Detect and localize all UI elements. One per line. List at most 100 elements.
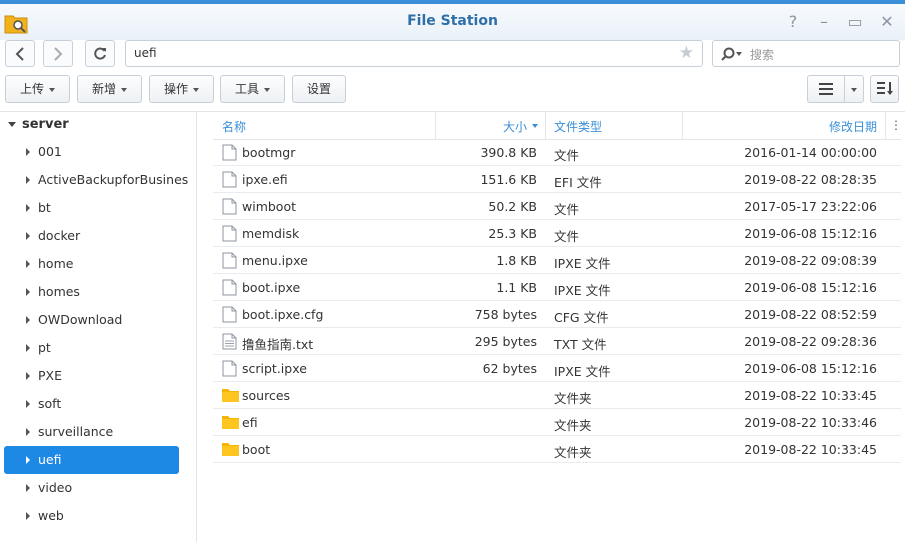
tree-item-label: home: [38, 256, 74, 271]
file-type: IPXE 文件: [554, 364, 611, 379]
tools-button[interactable]: 工具: [220, 75, 285, 103]
expand-arrow-icon[interactable]: [26, 372, 30, 380]
back-button[interactable]: [5, 40, 35, 67]
tree-item-owdownload[interactable]: OWDownload: [4, 306, 179, 334]
forward-button[interactable]: [43, 40, 73, 67]
file-icon: [222, 144, 237, 161]
tree-item-docker[interactable]: docker: [4, 222, 179, 250]
file-modified: 2019-08-22 10:33:45: [744, 442, 877, 457]
file-row[interactable]: boot.ipxe 1.1 KB IPXE 文件 2019-06-08 15:12:1…: [213, 274, 901, 301]
expand-arrow-icon[interactable]: [26, 344, 30, 352]
tree-item-soft[interactable]: soft: [4, 390, 179, 418]
column-menu-icon[interactable]: ⋮: [890, 118, 902, 132]
column-size[interactable]: 大小: [503, 118, 539, 135]
column-separator: [435, 112, 436, 139]
tree-item-home[interactable]: home: [4, 250, 179, 278]
file-type-icon: [222, 333, 237, 353]
tree-item-web[interactable]: web: [4, 502, 179, 530]
window-title: File Station: [407, 13, 498, 29]
view-mode-button[interactable]: [807, 75, 864, 103]
refresh-button[interactable]: [85, 40, 115, 67]
tree-item-surveillance[interactable]: surveillance: [4, 418, 179, 446]
file-name: ipxe.efi: [242, 172, 288, 187]
file-row[interactable]: sources 文件夹 2019-08-22 10:33:45: [213, 382, 901, 409]
file-name: menu.ipxe: [242, 253, 308, 268]
tree-item-label: video: [38, 480, 73, 495]
settings-button[interactable]: 设置: [292, 75, 346, 103]
file-name: 撸鱼指南.txt: [242, 337, 314, 352]
file-modified: 2019-06-08 15:12:16: [744, 226, 877, 241]
file-type: 文件: [554, 202, 580, 217]
tools-label: 工具: [234, 82, 259, 96]
maximize-icon[interactable]: ▭: [845, 12, 865, 32]
tree-item-pt[interactable]: pt: [4, 334, 179, 362]
expand-arrow-icon[interactable]: [26, 260, 30, 268]
tree-item-bt[interactable]: bt: [4, 194, 179, 222]
list-view-icon: [819, 83, 833, 95]
file-row[interactable]: script.ipxe 62 bytes IPXE 文件 2019-06-08 15:…: [213, 355, 901, 382]
expand-arrow-icon[interactable]: [26, 148, 30, 156]
search-input[interactable]: 搜索: [712, 40, 900, 67]
tree-item-video[interactable]: video: [4, 474, 179, 502]
expand-arrow-icon[interactable]: [26, 400, 30, 408]
tree-item-001[interactable]: 001: [4, 138, 179, 166]
expand-arrow-icon[interactable]: [26, 456, 30, 464]
tree-item-uefi[interactable]: uefi: [4, 446, 179, 474]
column-modified[interactable]: 修改日期: [829, 118, 877, 135]
column-type[interactable]: 文件类型: [554, 118, 602, 135]
expand-arrow-icon[interactable]: [26, 512, 30, 520]
tree-item-label: OWDownload: [38, 312, 123, 327]
close-icon[interactable]: ✕: [877, 12, 897, 32]
create-button[interactable]: 新增: [77, 75, 142, 103]
action-button[interactable]: 操作: [149, 75, 214, 103]
expand-arrow-icon[interactable]: [26, 428, 30, 436]
upload-button[interactable]: 上传: [5, 75, 70, 103]
expand-arrow-icon[interactable]: [26, 176, 30, 184]
column-name[interactable]: 名称: [222, 118, 246, 135]
file-list-header: 名称 大小 文件类型 修改日期 ⋮: [213, 112, 902, 140]
file-row[interactable]: efi 文件夹 2019-08-22 10:33:46: [213, 409, 901, 436]
expand-arrow-icon[interactable]: [26, 204, 30, 212]
tree-root-server[interactable]: server: [22, 117, 69, 132]
tree-item-label: pt: [38, 340, 51, 355]
tree-item-activebackupforbusines[interactable]: ActiveBackupforBusines: [4, 166, 188, 194]
search-icon: [721, 47, 735, 61]
file-row[interactable]: wimboot 50.2 KB 文件 2017-05-17 23:22:06: [213, 193, 901, 220]
file-icon: [222, 279, 237, 296]
file-type: IPXE 文件: [554, 283, 611, 298]
file-row[interactable]: boot 文件夹 2019-08-22 10:33:45: [213, 436, 901, 463]
expand-arrow-icon[interactable]: [26, 316, 30, 324]
expand-arrow-icon[interactable]: [26, 288, 30, 296]
tree-item-pxe[interactable]: PXE: [4, 362, 179, 390]
chevron-left-icon: [15, 47, 24, 61]
file-row[interactable]: boot.ipxe.cfg 758 bytes CFG 文件 2019-08-22 0…: [213, 301, 901, 328]
chevron-down-icon: [193, 87, 199, 92]
expand-arrow-icon[interactable]: [26, 484, 30, 492]
file-modified: 2019-06-08 15:12:16: [744, 280, 877, 295]
path-input[interactable]: uefi ★: [125, 40, 703, 67]
tree-item-homes[interactable]: homes: [4, 278, 179, 306]
file-row[interactable]: bootmgr 390.8 KB 文件 2016-01-14 00:00:00: [213, 139, 901, 166]
expand-caret-icon[interactable]: [8, 122, 16, 127]
expand-arrow-icon[interactable]: [26, 232, 30, 240]
favorite-star-icon[interactable]: ★: [679, 43, 694, 63]
column-size-label: 大小: [503, 120, 528, 134]
file-type-icon: [222, 279, 237, 299]
column-separator: [545, 112, 546, 139]
file-type-icon: [222, 414, 239, 432]
file-icon: [222, 171, 237, 188]
search-options-caret-icon[interactable]: [736, 52, 742, 56]
file-type: 文件: [554, 148, 580, 163]
chevron-down-icon[interactable]: [851, 88, 857, 92]
file-row[interactable]: memdisk 25.3 KB 文件 2019-06-08 15:12:16: [213, 220, 901, 247]
file-name: script.ipxe: [242, 361, 307, 376]
file-type: EFI 文件: [554, 175, 602, 190]
file-row[interactable]: 撸鱼指南.txt 295 bytes TXT 文件 2019-08-22 09:28:…: [213, 328, 901, 355]
help-icon[interactable]: ?: [783, 12, 803, 32]
minimize-icon[interactable]: –: [814, 12, 834, 32]
file-name: boot.ipxe: [242, 280, 301, 295]
file-row[interactable]: ipxe.efi 151.6 KB EFI 文件 2019-08-22 08:28:3…: [213, 166, 901, 193]
sort-button[interactable]: [870, 75, 899, 103]
file-type: CFG 文件: [554, 310, 609, 325]
file-row[interactable]: menu.ipxe 1.8 KB IPXE 文件 2019-08-22 09:08:3…: [213, 247, 901, 274]
